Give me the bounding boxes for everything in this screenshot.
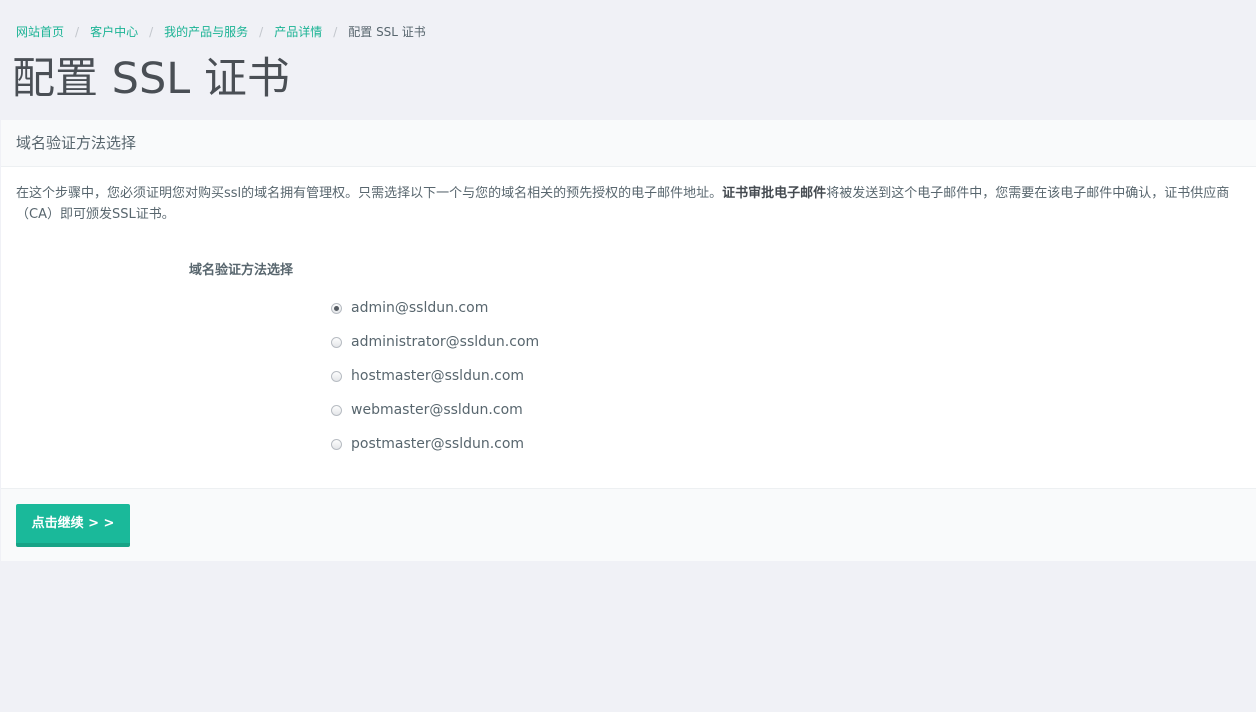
breadcrumb-my-products-link[interactable]: 我的产品与服务: [164, 23, 248, 41]
email-radio-group: admin@ssldun.com administrator@ssldun.co…: [331, 291, 539, 461]
breadcrumb-product-details-link[interactable]: 产品详情: [274, 23, 322, 41]
intro-text: 在这个步骤中，您必须证明您对购买ssl的域名拥有管理权。只需选择以下一个与您的域…: [16, 183, 1244, 225]
breadcrumb-separator: /: [333, 25, 338, 39]
radio-button-admin[interactable]: [331, 302, 342, 314]
breadcrumb-separator: /: [259, 25, 264, 39]
intro-text-part: 在这个步骤中，您必须证明您对购买ssl的域名拥有管理权。只需选择以下一个与您的域…: [16, 186, 723, 201]
radio-button-webmaster[interactable]: [331, 404, 342, 416]
breadcrumb-separator: /: [75, 25, 80, 39]
breadcrumb-separator: /: [149, 25, 154, 39]
radio-button-postmaster[interactable]: [331, 438, 342, 450]
email-option-postmaster[interactable]: postmaster@ssldun.com: [331, 427, 539, 461]
email-option-administrator[interactable]: administrator@ssldun.com: [331, 325, 539, 359]
validation-method-label: 域名验证方法选择: [189, 263, 294, 278]
intro-text-emphasis: 证书审批电子邮件: [722, 186, 827, 201]
email-option-webmaster[interactable]: webmaster@ssldun.com: [331, 393, 539, 427]
breadcrumb: 网站首页 / 客户中心 / 我的产品与服务 / 产品详情 / 配置 SSL 证书: [16, 23, 426, 41]
continue-button[interactable]: 点击继续 > >: [16, 504, 130, 547]
breadcrumb-home-link[interactable]: 网站首页: [16, 23, 64, 41]
email-option-label: administrator@ssldun.com: [351, 334, 540, 350]
email-option-admin[interactable]: admin@ssldun.com: [331, 291, 539, 325]
panel-footer: 点击继续 > >: [1, 488, 1256, 561]
breadcrumb-customer-center-link[interactable]: 客户中心: [90, 23, 138, 41]
email-option-hostmaster[interactable]: hostmaster@ssldun.com: [331, 359, 539, 393]
radio-button-administrator[interactable]: [331, 336, 342, 348]
email-option-label: admin@ssldun.com: [351, 300, 489, 316]
page-title: 配置 SSL 证书: [12, 54, 290, 104]
domain-validation-panel: 域名验证方法选择 在这个步骤中，您必须证明您对购买ssl的域名拥有管理权。只需选…: [1, 120, 1256, 561]
email-option-label: hostmaster@ssldun.com: [351, 368, 525, 384]
email-option-label: postmaster@ssldun.com: [351, 436, 525, 452]
email-option-label: webmaster@ssldun.com: [351, 402, 523, 418]
breadcrumb-current: 配置 SSL 证书: [348, 25, 426, 39]
radio-button-hostmaster[interactable]: [331, 370, 342, 382]
panel-heading: 域名验证方法选择: [1, 120, 1256, 167]
